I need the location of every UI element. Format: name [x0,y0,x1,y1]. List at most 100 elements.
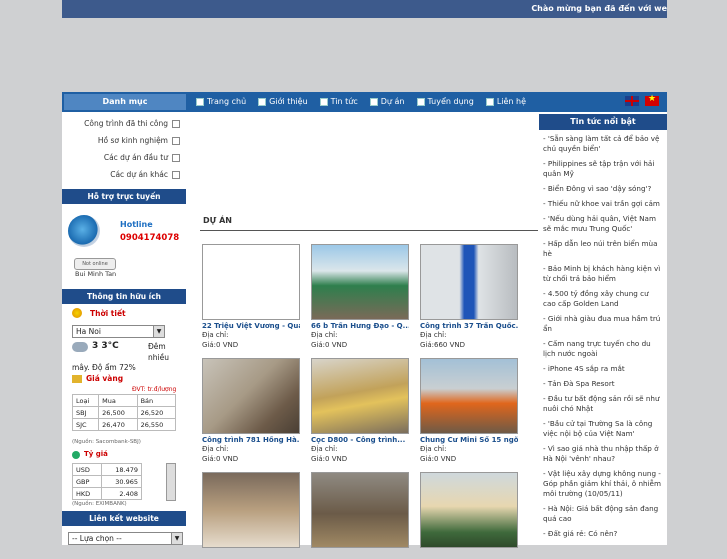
project-image[interactable] [311,472,409,548]
project-card[interactable] [202,472,300,548]
fx-source: (Nguồn: EXIMBANK) [72,501,127,507]
project-card[interactable] [311,472,409,548]
category-item[interactable]: Các dự án đầu tư [62,149,186,166]
nav-item-projects[interactable]: Dự án [369,92,405,112]
right-sidebar: Tin tức nổi bật - 'Sẵn sàng làm tất cả đ… [539,112,667,545]
project-card[interactable]: 66 b Trần Hưng Đạo - Q... Địa chỉ: Giá:0… [311,244,409,350]
news-item[interactable]: - 4.500 tỷ đồng xây chung cư cao cấp Gol… [543,289,663,309]
news-item[interactable]: - Hà Nội: Giá bất động sản đang quá cao [543,504,663,524]
cloud-icon [72,342,88,352]
nav-item-news[interactable]: Tin tức [319,92,358,112]
language-switcher [625,94,659,106]
news-item[interactable]: - Cấm nang trực tuyến cho du lịch nước n… [543,339,663,359]
project-card[interactable]: Chung Cư Mini Số 15 ngõ... Địa chỉ: Giá:… [420,358,518,464]
project-price: Giá:660 VND [420,341,466,349]
project-address: Địa chỉ: [420,331,447,339]
project-image[interactable] [420,472,518,548]
category-item[interactable]: Hồ sơ kinh nghiệm [62,132,186,149]
nav-item-about[interactable]: Giới thiệu [258,92,308,112]
project-card[interactable]: Cọc D800 - Công trình... Địa chỉ: Giá:0 … [311,358,409,464]
table-row: USD 18.479 [72,463,143,476]
bullet-icon [196,98,204,106]
news-item[interactable]: - Đất giá rẻ: Có nên? [543,529,663,539]
project-title[interactable]: Công trình 37 Trần Quốc... [420,322,518,330]
news-item[interactable]: - 'Bầu cử tại Trường Sa là công việc nội… [543,419,663,439]
fx-label: Tỷ giá [84,450,108,458]
project-address: Địa chỉ: [420,445,447,453]
project-image[interactable] [311,358,409,434]
nav-menu: Trang chủ Giới thiệu Tin tức Dự án Tuyển… [196,92,538,112]
project-price: Giá:0 VND [311,455,348,463]
chevron-down-icon: ▼ [171,533,182,544]
news-item[interactable]: - 'Nếu dùng hải quân, Việt Nam sẽ mắc mư… [543,214,663,234]
hotline-label: Hotline [120,220,153,229]
city-select[interactable]: Ha Noi ▼ [72,325,165,338]
project-image[interactable] [311,244,409,320]
project-price: Giá:0 VND [311,341,348,349]
news-item[interactable]: - Hấp dẫn leo núi trên biển mùa hè [543,239,663,259]
project-address: Địa chỉ: [311,331,338,339]
hotline-number[interactable]: 0904174078 [120,233,179,243]
category-item[interactable]: Các dự án khác [62,166,186,183]
news-item[interactable]: - Tản Đà Spa Resort [543,379,663,389]
category-item[interactable]: Công trình đã thi công [62,115,186,132]
project-title[interactable]: 22 Triệu Việt Vương - Quan... [202,322,300,330]
welcome-marquee: Chào mừng bạn đã đến với we [531,4,667,13]
support-box: Hotline 0904174078 Not online Bui Minh T… [62,204,186,289]
news-list: - 'Sẵn sàng làm tất cả để bảo vệ chủ quy… [539,130,667,539]
project-image[interactable] [202,358,300,434]
vietnam-flag-icon[interactable] [645,94,659,106]
project-title[interactable]: Cọc D800 - Công trình... [311,436,409,444]
main-navbar: Danh mục Trang chủ Giới thiệu Tin tức Dự… [62,92,667,112]
project-card[interactable] [420,472,518,548]
gold-table: Loại Mua Bán SBJ 26,500 26,520 SJC 26,470 26,5… [71,394,177,431]
news-item[interactable]: - Vì sao giá nhà thu nhập thấp ở Hà Nội … [543,444,663,464]
news-item[interactable]: - Philippines sẽ tập trận với hải quân M… [543,159,663,179]
nav-item-recruitment[interactable]: Tuyển dụng [416,92,474,112]
project-image[interactable] [202,244,300,320]
english-flag-icon[interactable] [625,96,639,106]
news-item[interactable]: - Đầu tư bất động sản rồi sẽ như nuôi ch… [543,394,663,414]
project-price: Giá:0 VND [202,341,239,349]
online-status-badge[interactable]: Not online [74,258,116,270]
fx-icon [72,451,80,459]
category-list: Công trình đã thi công Hồ sơ kinh nghiệm… [62,115,186,183]
links-select[interactable]: -- Lựa chọn -- ▼ [68,532,183,545]
gold-source: (Nguồn: Sacombank-SBJ) [72,439,141,445]
weather-cond-3: mây. Độ ẩm 72% [72,363,136,372]
fx-scrollbar[interactable] [166,463,176,501]
news-item[interactable]: - Giới nhà giàu đua mua hầm trú ẩn [543,314,663,334]
news-item[interactable]: - Vật liệu xây dựng không nung - Góp phầ… [543,469,663,499]
news-item[interactable]: - Bảo Minh bị khách hàng kiện vì từ chối… [543,264,663,284]
gold-label: Giá vàng [86,374,124,383]
project-title[interactable]: Chung Cư Mini Số 15 ngõ... [420,436,518,444]
news-item[interactable]: - iPhone 4S sắp ra mắt [543,364,663,374]
project-price: Giá:0 VND [420,455,457,463]
project-card[interactable]: Công trình 781 Hồng Hà... Địa chỉ: Giá:0… [202,358,300,464]
table-row: SJC 26,470 26,550 [71,418,177,431]
nav-item-contact[interactable]: Liên hệ [485,92,526,112]
project-card[interactable]: 22 Triệu Việt Vương - Quan... Địa chỉ: G… [202,244,300,350]
section-title: DỰ ÁN [203,216,232,225]
project-image[interactable] [202,472,300,548]
project-card[interactable]: Công trình 37 Trần Quốc... Địa chỉ: Giá:… [420,244,518,350]
table-row: GBP 30.965 [72,475,143,488]
fx-table: USD 18.479 GBP 30.965 HKD 2.408 [72,463,143,500]
category-header: Danh mục [64,94,186,110]
project-image[interactable] [420,244,518,320]
project-title[interactable]: Công trình 781 Hồng Hà... [202,436,300,444]
news-item[interactable]: - Biển Đông vì sao 'dậy sóng'? [543,184,663,194]
gold-unit: ĐVT: tr.đ/lượng [132,386,177,393]
weather-label: Thời tiết [90,309,126,318]
temperature: 3 3°C [92,341,119,351]
project-title[interactable]: 66 b Trần Hưng Đạo - Q... [311,322,409,330]
project-image[interactable] [420,358,518,434]
main-column: DỰ ÁN 22 Triệu Việt Vương - Quan... Địa … [200,112,538,548]
section-divider [200,230,538,231]
news-item[interactable]: - 'Sẵn sàng làm tất cả để bảo vệ chủ quy… [543,134,663,154]
info-header: Thông tin hữu ích [62,289,186,304]
support-avatar-icon [68,215,100,247]
nav-item-home[interactable]: Trang chủ [196,92,246,112]
support-name: Bui Minh Tan [75,270,117,278]
news-item[interactable]: - Thiếu nữ khoe vai trần gợi cảm [543,199,663,209]
